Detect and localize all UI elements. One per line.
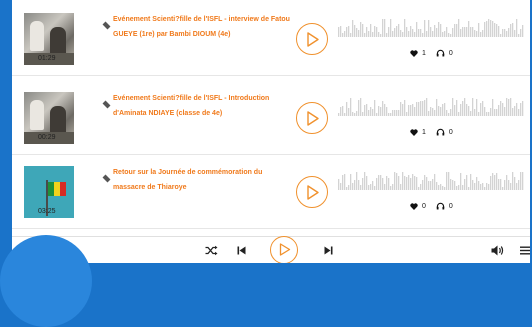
track-title[interactable]: Retour sur la Journée de commémoration d… (113, 165, 293, 195)
headphones-icon (436, 202, 445, 210)
listen-count: 0 (448, 202, 453, 210)
main-play-button[interactable] (270, 236, 298, 263)
diamond-icon (102, 174, 111, 183)
next-icon[interactable] (324, 246, 333, 255)
track-duration: 00:29 (38, 134, 56, 141)
play-icon (279, 243, 291, 256)
play-icon (307, 111, 319, 126)
track-title[interactable]: Evénement Scienti?fille de l'ISFL - inte… (113, 12, 293, 42)
playlist-panel: Evénement Scienti?fille de l'ISFL - inte… (12, 0, 530, 263)
play-button[interactable] (296, 176, 328, 208)
track-duration: 01:29 (38, 55, 56, 62)
waveform[interactable] (338, 170, 524, 190)
headphones-icon (436, 49, 445, 57)
track-row: Evénement Scienti?fille de l'ISFL - Intr… (12, 84, 530, 155)
play-button[interactable] (296, 102, 328, 134)
diamond-icon (102, 21, 111, 30)
track-row: Evénement Scienti?fille de l'ISFL - inte… (12, 5, 530, 76)
diamond-icon (102, 100, 111, 109)
waveform[interactable] (338, 96, 524, 116)
menu-icon[interactable] (520, 246, 530, 255)
like-count: 1 (422, 128, 426, 136)
track-title[interactable]: Evénement Scienti?fille de l'ISFL - Intr… (113, 91, 293, 121)
like-count: 0 (422, 202, 426, 210)
play-button[interactable] (296, 23, 328, 55)
previous-icon[interactable] (237, 246, 246, 255)
listen-count: 0 (448, 128, 453, 136)
chat-bubble[interactable] (0, 235, 92, 327)
heart-icon[interactable] (410, 49, 418, 57)
heart-icon[interactable] (410, 128, 418, 136)
play-icon (307, 185, 319, 200)
track-stats: 1 0 (410, 128, 453, 136)
player-controls (12, 236, 530, 263)
heart-icon[interactable] (410, 202, 418, 210)
listen-count: 0 (448, 49, 453, 57)
track-duration: 03:25 (38, 208, 56, 215)
track-row: Retour sur la Journée de commémoration d… (12, 158, 530, 229)
volume-icon[interactable] (491, 245, 504, 256)
play-icon (307, 32, 319, 47)
track-stats: 1 0 (410, 49, 453, 57)
like-count: 1 (422, 49, 426, 57)
track-stats: 0 0 (410, 202, 453, 210)
waveform[interactable] (338, 17, 524, 37)
shuffle-icon[interactable] (205, 245, 218, 256)
headphones-icon (436, 128, 445, 136)
